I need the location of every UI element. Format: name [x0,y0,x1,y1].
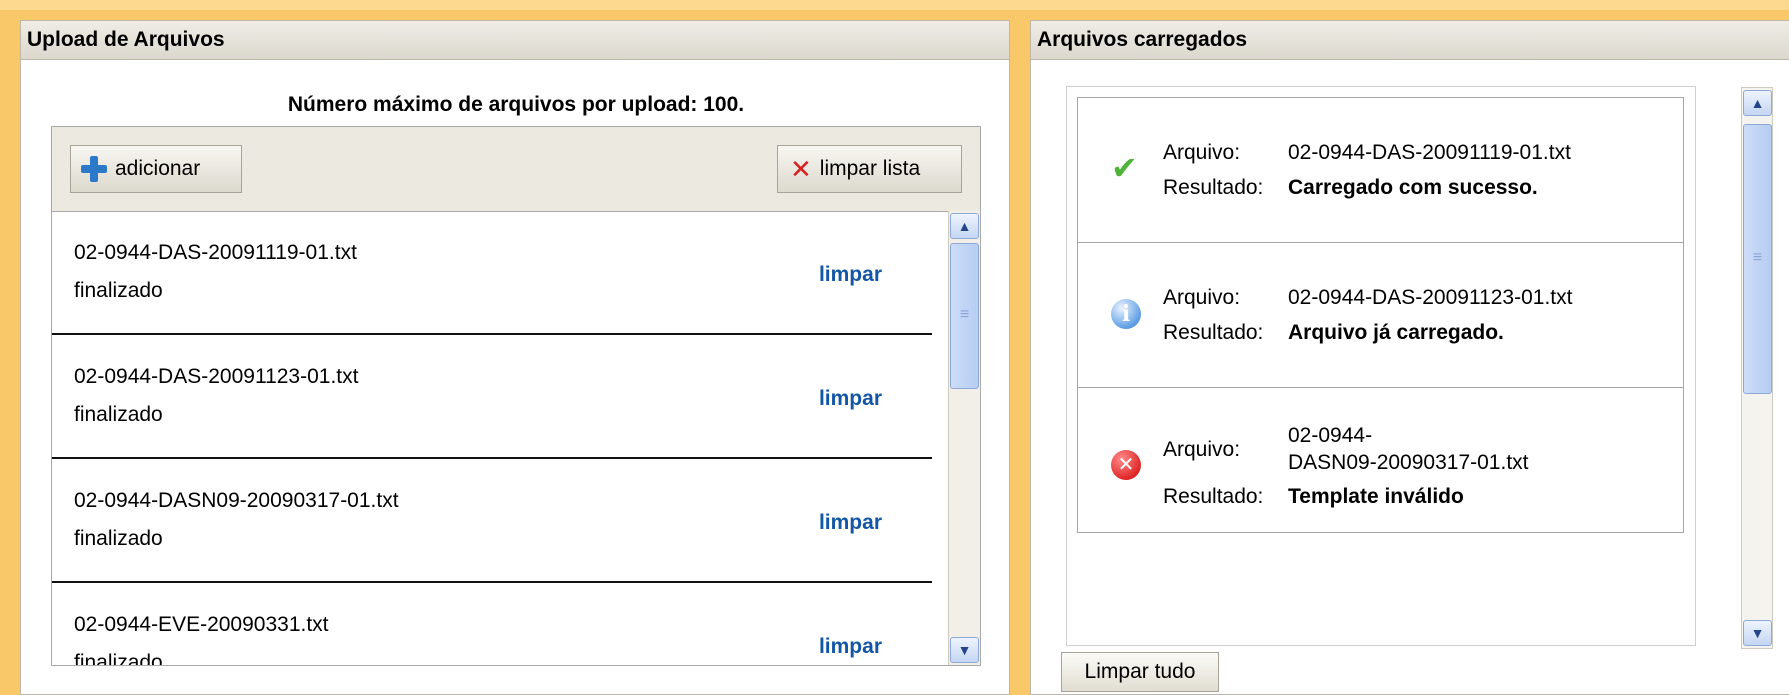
list-item: 02-0944-DAS-20091119-01.txt finalizado l… [52,211,932,335]
result-file-name: 02-0944-DAS-20091123-01.txt [1288,286,1573,309]
results-list: ✔ Arquivo: 02-0944-DAS-20091119-01.txt R… [1066,86,1696,646]
list-item: 02-0944-DASN09-20090317-01.txt finalizad… [52,459,932,583]
upload-panel-title: Upload de Arquivos [21,21,1009,60]
clear-list-label: limpar lista [819,157,921,180]
plus-icon [81,156,107,182]
remove-file-link[interactable]: limpar [819,263,882,287]
remove-file-link[interactable]: limpar [819,635,882,659]
results-panel-title: Arquivos carregados [1031,21,1789,60]
max-files-notice: Número máximo de arquivos por upload: 10… [287,93,745,116]
file-status: finalizado [74,527,163,550]
scroll-thumb[interactable] [1743,124,1772,394]
file-list-scrollbar[interactable]: ▲ ▼ [948,211,980,665]
close-icon: ✕ [790,154,812,184]
file-label: Arquivo: [1163,438,1241,461]
scroll-down-icon[interactable]: ▼ [950,637,979,663]
result-card: i Arquivo: 02-0944-DAS-20091123-01.txt R… [1077,242,1684,388]
result-label: Resultado: [1163,485,1264,508]
info-icon: i [1111,299,1141,329]
file-name: 02-0944-DASN09-20090317-01.txt [74,489,399,512]
clear-all-button[interactable]: Limpar tudo [1061,652,1219,692]
result-message: Template inválido [1288,485,1464,508]
clear-list-button[interactable]: ✕ limpar lista [777,145,962,193]
file-status: finalizado [74,403,163,426]
uploader: adicionar ✕ limpar lista 02-0944-DAS-200… [51,126,981,666]
file-status: finalizado [74,651,163,665]
uploader-toolbar: adicionar ✕ limpar lista [52,127,980,212]
results-panel: Arquivos carregados ✔ Arquivo: 02-0944-D… [1030,20,1789,695]
list-item: 02-0944-DAS-20091123-01.txt finalizado l… [52,335,932,459]
add-file-button[interactable]: adicionar [70,145,242,193]
error-icon: ✕ [1111,450,1141,480]
file-name: 02-0944-DAS-20091123-01.txt [74,365,359,388]
results-scrollbar[interactable]: ▲ ▼ [1741,87,1773,649]
file-label: Arquivo: [1163,141,1241,164]
scroll-up-icon[interactable]: ▲ [1743,90,1772,116]
list-item: 02-0944-EVE-20090331.txt finalizado limp… [52,583,932,665]
file-status: finalizado [74,279,163,302]
result-card: ✕ Arquivo: 02-0944- DASN09-20090317-01.t… [1077,387,1684,533]
result-label: Resultado: [1163,321,1264,344]
result-label: Resultado: [1163,176,1264,199]
result-message: Carregado com sucesso. [1288,176,1538,199]
result-message: Arquivo já carregado. [1288,321,1504,344]
file-name: 02-0944-DAS-20091119-01.txt [74,241,357,264]
result-file-name: 02-0944-DAS-20091119-01.txt [1288,141,1571,164]
file-list: 02-0944-DAS-20091119-01.txt finalizado l… [52,211,932,665]
result-file-name-line1: 02-0944- [1288,424,1373,447]
remove-file-link[interactable]: limpar [819,387,882,411]
file-name: 02-0944-EVE-20090331.txt [74,613,329,636]
file-label: Arquivo: [1163,286,1241,309]
add-file-label: adicionar [115,157,201,180]
scroll-thumb[interactable] [950,243,979,389]
remove-file-link[interactable]: limpar [819,511,882,535]
result-card: ✔ Arquivo: 02-0944-DAS-20091119-01.txt R… [1077,97,1684,243]
top-band [0,0,1789,10]
upload-panel: Upload de Arquivos Número máximo de arqu… [20,20,1010,695]
scroll-down-icon[interactable]: ▼ [1743,620,1772,646]
success-check-icon: ✔ [1111,150,1138,186]
result-file-name-line2: DASN09-20090317-01.txt [1288,451,1529,474]
scroll-up-icon[interactable]: ▲ [950,213,979,239]
